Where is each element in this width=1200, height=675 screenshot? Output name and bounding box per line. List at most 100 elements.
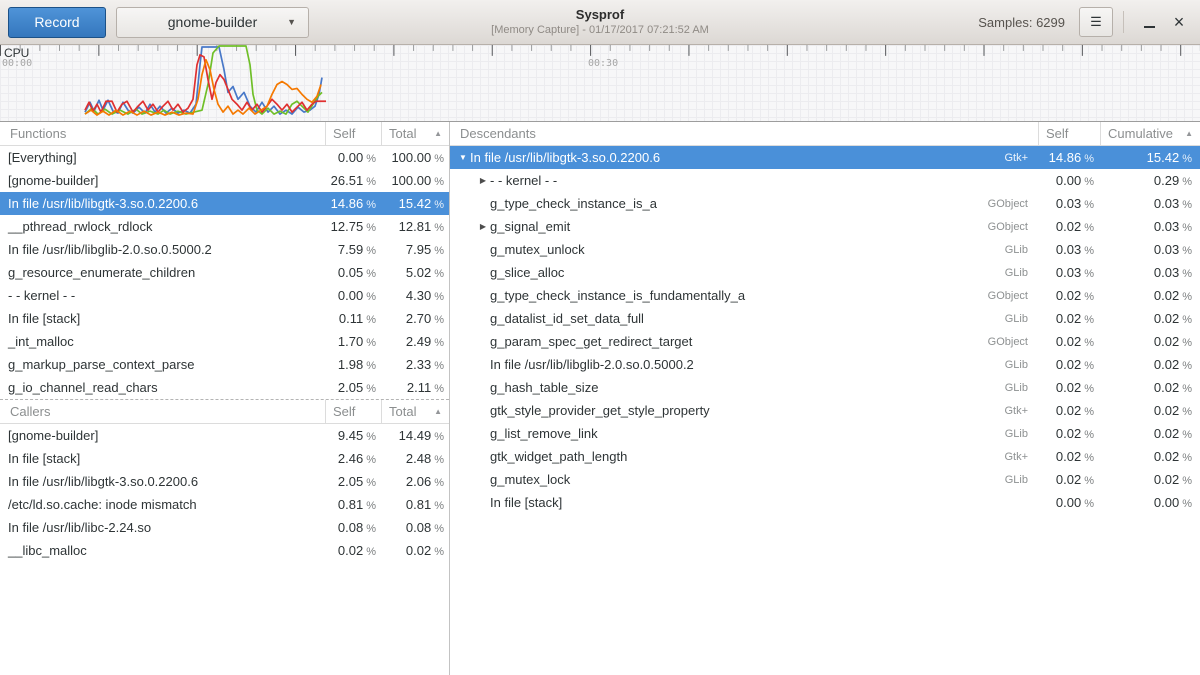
- percent-sign: %: [366, 291, 376, 303]
- table-row[interactable]: g_datalist_id_set_data_fullGLib0.02%0.02…: [450, 307, 1200, 330]
- table-row[interactable]: In file [stack]0.11%2.70%: [0, 307, 449, 330]
- row-name-cell: g_io_channel_read_chars: [0, 380, 325, 395]
- percent-value: 0.05: [338, 265, 363, 280]
- function-name: [Everything]: [8, 150, 77, 165]
- table-row[interactable]: - - kernel - -0.00%4.30%: [0, 284, 449, 307]
- table-row[interactable]: g_param_spec_get_redirect_targetGObject0…: [450, 330, 1200, 353]
- percent-sign: %: [434, 291, 444, 303]
- table-row[interactable]: g_type_check_instance_is_aGObject0.03%0.…: [450, 192, 1200, 215]
- function-name: [gnome-builder]: [8, 173, 98, 188]
- column-header-functions[interactable]: Functions: [0, 122, 325, 145]
- table-row[interactable]: [gnome-builder]9.45%14.49%: [0, 424, 449, 447]
- table-row[interactable]: g_resource_enumerate_children0.05%5.02%: [0, 261, 449, 284]
- expander-expanded-icon[interactable]: ▼: [456, 153, 470, 162]
- table-row[interactable]: g_slice_allocGLib0.03%0.03%: [450, 261, 1200, 284]
- table-row[interactable]: g_mutex_lockGLib0.02%0.02%: [450, 468, 1200, 491]
- percent-sign: %: [1182, 406, 1192, 418]
- table-row[interactable]: __libc_malloc0.02%0.02%: [0, 539, 449, 562]
- percent-value: 0.81: [338, 497, 363, 512]
- column-header-descendants[interactable]: Descendants: [450, 122, 1038, 145]
- column-header-callers[interactable]: Callers: [0, 400, 325, 423]
- function-name: In file /usr/lib/libgtk-3.so.0.2200.6: [8, 474, 198, 489]
- self-percent-cell: 2.05%: [325, 380, 381, 395]
- table-header: DescendantsSelfCumulative▲: [450, 122, 1200, 146]
- self-percent-cell: 9.45%: [325, 428, 381, 443]
- self-percent-cell: 0.03%: [1038, 265, 1100, 280]
- table-row[interactable]: [gnome-builder]26.51%100.00%: [0, 169, 449, 192]
- table-row[interactable]: __pthread_rwlock_rdlock12.75%12.81%: [0, 215, 449, 238]
- table-row[interactable]: g_markup_parse_context_parse1.98%2.33%: [0, 353, 449, 376]
- function-name: In file [stack]: [490, 495, 562, 510]
- record-button[interactable]: Record: [8, 7, 106, 38]
- table-row[interactable]: /etc/ld.so.cache: inode mismatch0.81%0.8…: [0, 493, 449, 516]
- table-row[interactable]: g_type_check_instance_is_fundamentally_a…: [450, 284, 1200, 307]
- library-tag: Gtk+: [1004, 405, 1038, 417]
- total-percent-cell: 0.02%: [1100, 403, 1200, 418]
- percent-sign: %: [366, 454, 376, 466]
- column-header-label: Total: [389, 126, 416, 141]
- table-row[interactable]: In file /usr/lib/libglib-2.0.so.0.5000.2…: [0, 238, 449, 261]
- function-name: g_type_check_instance_is_fundamentally_a: [490, 288, 745, 303]
- table-row[interactable]: g_io_channel_read_chars2.05%2.11%: [0, 376, 449, 399]
- column-header-self[interactable]: Self: [325, 400, 381, 423]
- table-row[interactable]: ▶g_signal_emitGObject0.02%0.03%: [450, 215, 1200, 238]
- table-row[interactable]: In file [stack]0.00%0.00%: [450, 491, 1200, 514]
- percent-sign: %: [434, 245, 444, 257]
- table-row[interactable]: In file [stack]2.46%2.48%: [0, 447, 449, 470]
- menu-button[interactable]: ☰: [1079, 7, 1113, 37]
- row-name-cell: In file /usr/lib/libgtk-3.so.0.2200.6: [0, 474, 325, 489]
- percent-value: 0.02: [1056, 288, 1081, 303]
- percent-value: 0.02: [1154, 403, 1179, 418]
- expander-collapsed-icon[interactable]: ▶: [476, 176, 490, 185]
- percent-sign: %: [366, 222, 376, 234]
- percent-value: 2.46: [338, 451, 363, 466]
- table-row[interactable]: In file /usr/lib/libglib-2.0.so.0.5000.2…: [450, 353, 1200, 376]
- percent-value: 0.02: [1056, 472, 1081, 487]
- chevron-down-icon: ▼: [287, 17, 296, 27]
- percent-sign: %: [434, 383, 444, 395]
- table-row[interactable]: g_mutex_unlockGLib0.03%0.03%: [450, 238, 1200, 261]
- percent-value: 0.03: [1056, 242, 1081, 257]
- percent-value: 15.42: [1147, 150, 1180, 165]
- column-header-self[interactable]: Self: [325, 122, 381, 145]
- column-header-cumulative[interactable]: Cumulative▲: [1100, 122, 1200, 145]
- total-percent-cell: 0.03%: [1100, 219, 1200, 234]
- function-name: In file /usr/lib/libgtk-3.so.0.2200.6: [8, 196, 198, 211]
- library-tag: GLib: [1005, 428, 1038, 440]
- row-name-cell: g_type_check_instance_is_fundamentally_a…: [450, 288, 1038, 303]
- function-name: gtk_widget_path_length: [490, 449, 627, 464]
- table-row[interactable]: g_hash_table_sizeGLib0.02%0.02%: [450, 376, 1200, 399]
- function-name: _int_malloc: [8, 334, 74, 349]
- table-row[interactable]: In file /usr/lib/libgtk-3.so.0.2200.62.0…: [0, 470, 449, 493]
- row-name-cell: g_hash_table_sizeGLib: [450, 380, 1038, 395]
- process-selector[interactable]: gnome-builder ▼: [116, 7, 309, 38]
- self-percent-cell: 0.02%: [325, 543, 381, 558]
- table-row[interactable]: ▶- - kernel - -0.00%0.29%: [450, 169, 1200, 192]
- percent-sign: %: [366, 500, 376, 512]
- table-row[interactable]: _int_malloc1.70%2.49%: [0, 330, 449, 353]
- percent-sign: %: [434, 268, 444, 280]
- table-row[interactable]: In file /usr/lib/libc-2.24.so0.08%0.08%: [0, 516, 449, 539]
- percent-value: 7.59: [338, 242, 363, 257]
- column-header-total[interactable]: Total▲: [381, 400, 449, 423]
- cpu-graph[interactable]: CPU 00:00 00:30: [0, 45, 1200, 122]
- function-name: In file /usr/lib/libglib-2.0.so.0.5000.2: [8, 242, 212, 257]
- library-tag: GObject: [988, 221, 1038, 233]
- table-row[interactable]: gtk_style_provider_get_style_propertyGtk…: [450, 399, 1200, 422]
- minimize-button[interactable]: [1134, 7, 1164, 37]
- percent-sign: %: [1182, 291, 1192, 303]
- row-name-cell: In file /usr/lib/libglib-2.0.so.0.5000.2…: [450, 357, 1038, 372]
- table-row[interactable]: g_list_remove_linkGLib0.02%0.02%: [450, 422, 1200, 445]
- table-row[interactable]: In file /usr/lib/libgtk-3.so.0.2200.614.…: [0, 192, 449, 215]
- function-name: g_list_remove_link: [490, 426, 598, 441]
- expander-collapsed-icon[interactable]: ▶: [476, 222, 490, 231]
- table-row[interactable]: [Everything]0.00%100.00%: [0, 146, 449, 169]
- table-row[interactable]: ▼In file /usr/lib/libgtk-3.so.0.2200.6Gt…: [450, 146, 1200, 169]
- close-button[interactable]: ×: [1164, 7, 1194, 37]
- table-row[interactable]: gtk_widget_path_lengthGtk+0.02%0.02%: [450, 445, 1200, 468]
- percent-sign: %: [366, 245, 376, 257]
- library-tag: Gtk+: [1004, 451, 1038, 463]
- column-header-self[interactable]: Self: [1038, 122, 1100, 145]
- column-header-total[interactable]: Total▲: [381, 122, 449, 145]
- percent-value: 0.08: [338, 520, 363, 535]
